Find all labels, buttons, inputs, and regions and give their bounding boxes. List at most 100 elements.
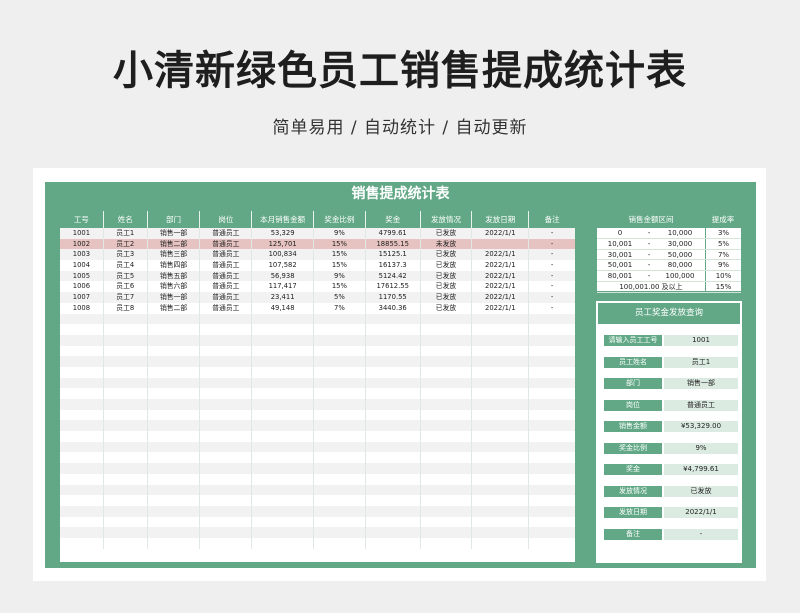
table-cell[interactable] — [421, 473, 473, 485]
table-cell[interactable] — [529, 314, 575, 325]
table-cell[interactable] — [314, 452, 366, 464]
table-cell[interactable]: 56,938 — [252, 270, 315, 282]
table-cell[interactable] — [421, 431, 473, 442]
table-cell[interactable]: 员工6 — [104, 281, 148, 293]
table-cell[interactable] — [314, 441, 366, 453]
table-cell[interactable] — [366, 399, 421, 410]
table-cell[interactable] — [366, 516, 421, 528]
table-cell[interactable]: 15% — [314, 249, 366, 261]
table-cell[interactable]: 1006 — [60, 281, 104, 293]
table-cell[interactable] — [148, 516, 201, 528]
table-cell[interactable] — [60, 313, 104, 325]
table-cell[interactable] — [421, 516, 473, 528]
table-cell[interactable] — [472, 495, 530, 506]
table-cell[interactable] — [421, 399, 473, 410]
table-cell[interactable] — [148, 463, 201, 474]
table-cell[interactable]: 2022/1/1 — [472, 302, 530, 314]
table-cell[interactable]: 17612.55 — [366, 281, 421, 293]
table-cell[interactable] — [529, 431, 575, 442]
table-cell[interactable] — [60, 334, 104, 346]
table-cell[interactable] — [60, 441, 104, 453]
table-cell[interactable]: 销售一部 — [148, 292, 201, 303]
table-cell[interactable] — [104, 313, 148, 325]
table-cell[interactable]: 已发放 — [421, 292, 473, 303]
table-cell[interactable] — [148, 409, 201, 421]
table-cell[interactable] — [421, 420, 473, 432]
table-cell[interactable] — [252, 527, 315, 538]
table-cell[interactable] — [104, 441, 148, 453]
table-cell[interactable]: 2022/1/1 — [472, 249, 530, 261]
table-cell[interactable] — [472, 473, 530, 485]
table-cell[interactable] — [472, 345, 530, 357]
table-cell[interactable] — [366, 366, 421, 378]
table-cell[interactable] — [104, 399, 148, 410]
table-cell[interactable] — [200, 527, 253, 538]
table-cell[interactable] — [366, 431, 421, 442]
table-cell[interactable]: 1001 — [60, 228, 104, 239]
table-cell[interactable] — [366, 377, 421, 389]
table-cell[interactable]: - — [529, 271, 575, 282]
table-cell[interactable] — [148, 366, 201, 378]
table-cell[interactable] — [472, 409, 530, 421]
table-cell[interactable] — [200, 505, 253, 517]
table-cell[interactable] — [104, 516, 148, 528]
table-row[interactable]: 1002 员工2 销售二部 普通员工 125,701 15% 18855.15 未发放 - — [60, 238, 575, 250]
table-cell[interactable] — [366, 420, 421, 432]
table-cell[interactable] — [252, 399, 315, 410]
table-cell[interactable]: 107,582 — [252, 260, 315, 271]
table-cell[interactable] — [529, 410, 575, 421]
table-cell[interactable] — [148, 495, 201, 506]
table-cell[interactable]: 2022/1/1 — [472, 260, 530, 271]
empty-row[interactable] — [60, 484, 575, 496]
table-cell[interactable]: 已发放 — [421, 270, 473, 282]
table-cell[interactable]: - — [529, 303, 575, 314]
table-cell[interactable] — [472, 527, 530, 538]
table-cell[interactable] — [60, 420, 104, 432]
table-cell[interactable]: 普通员工 — [200, 281, 253, 293]
empty-row[interactable] — [60, 366, 575, 378]
table-cell[interactable] — [200, 537, 253, 549]
table-cell[interactable] — [148, 420, 201, 432]
table-cell[interactable] — [529, 527, 575, 538]
table-cell[interactable]: 1005 — [60, 270, 104, 282]
table-cell[interactable]: 1170.55 — [366, 292, 421, 303]
empty-row[interactable] — [60, 516, 575, 528]
table-cell[interactable] — [60, 388, 104, 399]
table-cell[interactable] — [148, 441, 201, 453]
table-cell[interactable]: 员工8 — [104, 302, 148, 314]
table-cell[interactable] — [200, 420, 253, 432]
empty-row[interactable] — [60, 399, 575, 410]
table-cell[interactable] — [104, 334, 148, 346]
table-cell[interactable] — [472, 388, 530, 399]
table-cell[interactable] — [60, 473, 104, 485]
table-cell[interactable] — [200, 431, 253, 442]
table-cell[interactable] — [529, 517, 575, 528]
table-cell[interactable]: 5124.42 — [366, 270, 421, 282]
table-cell[interactable] — [104, 537, 148, 549]
table-cell[interactable] — [200, 463, 253, 474]
empty-row[interactable] — [60, 463, 575, 474]
table-cell[interactable] — [200, 366, 253, 378]
table-cell[interactable]: 员工3 — [104, 249, 148, 261]
table-cell[interactable] — [529, 442, 575, 453]
table-cell[interactable] — [472, 537, 530, 549]
table-cell[interactable] — [252, 388, 315, 399]
table-cell[interactable] — [314, 484, 366, 496]
table-cell[interactable] — [60, 324, 104, 335]
table-cell[interactable] — [200, 334, 253, 346]
table-cell[interactable]: 销售二部 — [148, 302, 201, 314]
table-cell[interactable] — [366, 356, 421, 367]
table-cell[interactable]: 销售五部 — [148, 270, 201, 282]
table-cell[interactable] — [200, 345, 253, 357]
table-cell[interactable]: 15% — [314, 281, 366, 293]
table-cell[interactable]: 23,411 — [252, 292, 315, 303]
table-cell[interactable] — [104, 505, 148, 517]
table-cell[interactable] — [421, 537, 473, 549]
table-cell[interactable]: 1003 — [60, 249, 104, 261]
table-row[interactable]: 1001 员工1 销售一部 普通员工 53,329 9% 4799.61 已发放 2022/1/… — [60, 228, 575, 239]
table-cell[interactable] — [421, 441, 473, 453]
table-cell[interactable]: 15% — [314, 260, 366, 271]
table-cell[interactable] — [60, 452, 104, 464]
table-cell[interactable] — [366, 537, 421, 549]
employee-id-input[interactable]: 1001 — [664, 335, 738, 346]
